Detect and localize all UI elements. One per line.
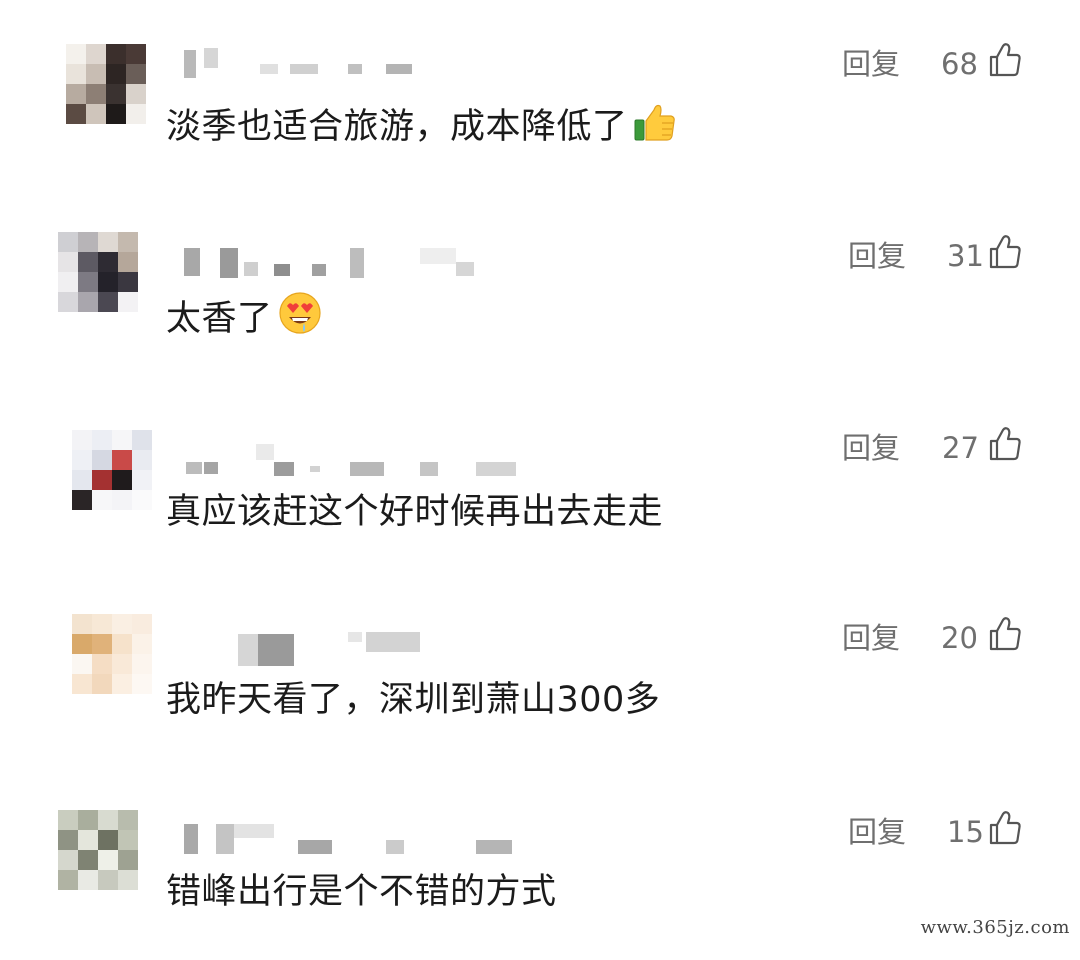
username[interactable] (180, 818, 512, 854)
avatar[interactable] (66, 44, 146, 124)
username[interactable] (180, 236, 510, 278)
reply-button[interactable]: 回复 (842, 428, 900, 468)
avatar[interactable] (58, 232, 138, 312)
comment-text-content: 真应该赶这个好时候再出去走走 (166, 492, 664, 532)
like-count: 20 (941, 621, 978, 655)
heart-eyes-emoji-icon (277, 290, 323, 349)
like-count: 27 (942, 431, 979, 465)
reply-button[interactable]: 回复 (842, 44, 900, 84)
thumbs-up-outline-icon[interactable] (988, 616, 1022, 652)
comment-text: 错峰出行是个不错的方式 (166, 868, 557, 916)
comment-item: 淡季也适合旅游，成本降低了 回复 68 (0, 0, 1080, 190)
comment-text-content: 太香了 (166, 299, 273, 339)
avatar[interactable] (58, 810, 138, 890)
thumbs-up-outline-icon[interactable] (988, 42, 1022, 78)
like-count: 68 (941, 47, 978, 81)
thumbs-up-outline-icon[interactable] (988, 426, 1022, 462)
like-count: 15 (947, 815, 984, 849)
avatar[interactable] (72, 614, 152, 694)
avatar[interactable] (72, 430, 152, 510)
username[interactable] (180, 434, 516, 476)
comment-item: 太香了 回复 31 (0, 188, 1080, 378)
comment-item: 真应该赶这个好时候再出去走走 回复 27 (0, 386, 1080, 576)
thumbs-up-outline-icon[interactable] (988, 810, 1022, 846)
reply-button[interactable]: 回复 (842, 618, 900, 658)
username[interactable] (180, 626, 510, 666)
comment-text: 太香了 (166, 290, 323, 349)
comment-text-content: 错峰出行是个不错的方式 (166, 872, 557, 912)
comment-text: 淡季也适合旅游，成本降低了 (166, 100, 676, 157)
thumbs-up-icon (632, 100, 676, 157)
watermark: www.365jz.com (920, 917, 1070, 938)
comment-item: 我昨天看了，深圳到萧山300多 回复 20 (0, 578, 1080, 768)
reply-button[interactable]: 回复 (848, 236, 906, 276)
like-count: 31 (947, 239, 984, 273)
comment-text-content: 淡季也适合旅游，成本降低了 (166, 107, 628, 147)
comment-text-content: 我昨天看了，深圳到萧山300多 (166, 680, 661, 720)
username[interactable] (180, 48, 510, 82)
thumbs-up-outline-icon[interactable] (988, 234, 1022, 270)
reply-button[interactable]: 回复 (848, 812, 906, 852)
comment-item: 错峰出行是个不错的方式 回复 15 (0, 770, 1080, 960)
comment-text: 真应该赶这个好时候再出去走走 (166, 488, 663, 536)
comment-text: 我昨天看了，深圳到萧山300多 (166, 676, 660, 724)
